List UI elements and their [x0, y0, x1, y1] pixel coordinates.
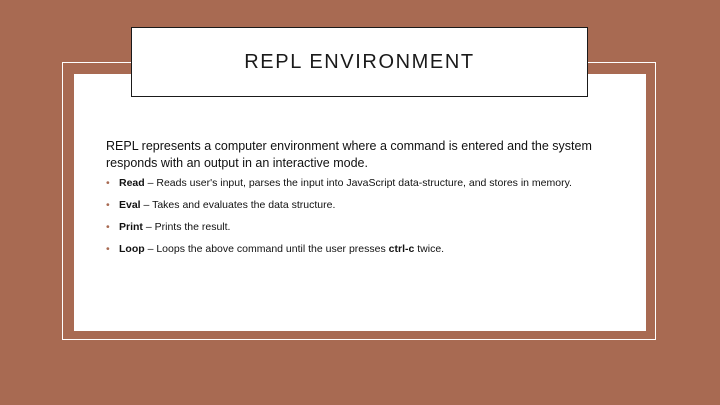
- list-item-print: • Print – Prints the result.: [106, 220, 616, 234]
- slide-title: REPL ENVIRONMENT: [244, 50, 475, 73]
- description-eval: Takes and evaluates the data structure.: [152, 199, 336, 211]
- list-item-loop: • Loop – Loops the above command until t…: [106, 242, 616, 256]
- list-item-eval: • Eval – Takes and evaluates the data st…: [106, 198, 616, 212]
- intro-paragraph: REPL represents a computer environment w…: [106, 139, 592, 170]
- slide-title-box: REPL ENVIRONMENT: [131, 27, 588, 97]
- separator: –: [144, 243, 157, 255]
- bullet-icon: •: [106, 243, 110, 255]
- separator: –: [142, 221, 155, 233]
- term-print: Print: [119, 221, 143, 233]
- list-item-read: • Read – Reads user's input, parses the …: [106, 176, 616, 190]
- bullet-icon: •: [106, 221, 110, 233]
- bullet-list: • Read – Reads user's input, parses the …: [106, 176, 616, 256]
- term-read: Read: [119, 177, 145, 189]
- description-print: Prints the result.: [154, 221, 231, 233]
- description-loop-tail: twice.: [414, 243, 445, 255]
- separator: –: [140, 199, 153, 211]
- bullet-icon: •: [106, 199, 110, 211]
- slide-body: REPL represents a computer environment w…: [106, 138, 616, 264]
- bullet-icon: •: [106, 177, 110, 189]
- term-loop: Loop: [119, 243, 145, 255]
- description-read: Reads user's input, parses the input int…: [156, 177, 572, 189]
- keyboard-shortcut: ctrl-c: [388, 243, 415, 255]
- description-loop: Loops the above command until the user p…: [156, 243, 389, 255]
- separator: –: [144, 177, 157, 189]
- term-eval: Eval: [119, 199, 141, 211]
